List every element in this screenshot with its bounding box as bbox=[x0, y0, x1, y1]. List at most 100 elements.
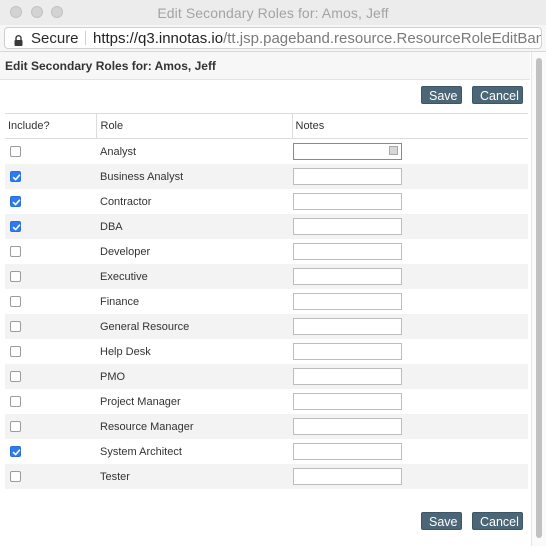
include-checkbox[interactable] bbox=[10, 196, 21, 208]
role-name: Tester bbox=[96, 464, 292, 489]
cancel-button-top[interactable]: Cancel bbox=[472, 86, 523, 104]
include-cell bbox=[5, 364, 96, 389]
include-checkbox[interactable] bbox=[10, 271, 21, 283]
notes-input[interactable] bbox=[293, 293, 402, 310]
table-row: Business Analyst bbox=[5, 164, 528, 189]
role-name: Contractor bbox=[100, 195, 152, 208]
roles-table-body: Analyst Business Analyst Contractor DBA Deve… bbox=[5, 139, 528, 489]
checkmark-icon bbox=[12, 174, 21, 181]
notes-input[interactable] bbox=[293, 368, 402, 385]
role-name: System Architect bbox=[100, 445, 182, 458]
include-checkbox[interactable] bbox=[10, 321, 21, 333]
table-row: Analyst bbox=[5, 139, 528, 165]
include-checkbox[interactable] bbox=[10, 346, 21, 358]
notes-input[interactable] bbox=[293, 243, 402, 260]
notes-input[interactable] bbox=[293, 268, 402, 285]
include-cell bbox=[5, 239, 96, 264]
browser-window: Edit Secondary Roles for: Amos, Jeff Sec… bbox=[0, 0, 546, 546]
notes-field-wrapper bbox=[293, 318, 402, 335]
url-text: https://q3.innotas.io/tt.jsp.pageband.re… bbox=[93, 30, 542, 47]
role-name: Executive bbox=[96, 264, 292, 289]
notes-input[interactable] bbox=[293, 168, 402, 185]
save-button-top[interactable]: Save bbox=[421, 86, 462, 104]
cancel-button-bottom[interactable]: Cancel bbox=[472, 512, 523, 530]
table-row: Contractor bbox=[5, 189, 528, 214]
table-row: General Resource bbox=[5, 314, 528, 339]
include-cell bbox=[5, 164, 96, 189]
role-name: Developer bbox=[100, 245, 151, 258]
include-checkbox[interactable] bbox=[10, 296, 21, 308]
role-name: Project Manager bbox=[100, 395, 181, 408]
include-cell bbox=[5, 464, 96, 489]
checkmark-icon bbox=[12, 449, 21, 456]
notes-cell bbox=[292, 464, 528, 489]
notes-input[interactable] bbox=[293, 443, 402, 460]
include-cell bbox=[5, 414, 96, 439]
role-name: PMO bbox=[96, 364, 292, 389]
notes-field-wrapper bbox=[293, 443, 402, 460]
include-cell bbox=[5, 139, 96, 165]
notes-field-wrapper bbox=[293, 343, 402, 360]
dialog-title: Edit Secondary Roles for: Amos, Jeff bbox=[5, 59, 216, 73]
include-cell bbox=[5, 214, 96, 239]
role-name: Finance bbox=[100, 295, 140, 308]
notes-field-wrapper bbox=[293, 168, 402, 185]
role-name: Business Analyst bbox=[96, 164, 292, 189]
table-row: System Architect bbox=[5, 439, 528, 464]
notes-field-wrapper bbox=[293, 418, 402, 435]
notes-cell bbox=[292, 339, 528, 364]
notes-input[interactable] bbox=[293, 318, 402, 335]
role-name: Analyst bbox=[100, 145, 137, 158]
notes-input[interactable] bbox=[293, 343, 402, 360]
notes-cell bbox=[292, 264, 528, 289]
notes-cell bbox=[292, 439, 528, 464]
table-row: Project Manager bbox=[5, 389, 528, 414]
url-field[interactable]: Secure https://q3.innotas.io/tt.jsp.page… bbox=[4, 27, 542, 49]
vertical-scrollbar[interactable] bbox=[531, 52, 546, 546]
role-name: DBA bbox=[96, 214, 292, 239]
table-row: Finance bbox=[5, 289, 528, 314]
include-checkbox[interactable] bbox=[10, 471, 21, 483]
notes-field-wrapper bbox=[293, 193, 402, 210]
notes-field-wrapper bbox=[293, 268, 402, 285]
notes-cell bbox=[292, 289, 528, 314]
table-row: Resource Manager bbox=[5, 414, 528, 439]
lock-icon bbox=[14, 33, 23, 46]
table-row: DBA bbox=[5, 214, 528, 239]
title-bar: Edit Secondary Roles for: Amos, Jeff bbox=[0, 0, 546, 26]
save-button-bottom[interactable]: Save bbox=[421, 512, 462, 530]
notes-field-wrapper bbox=[293, 393, 402, 410]
include-cell bbox=[5, 289, 96, 314]
notes-input[interactable] bbox=[293, 418, 402, 435]
notes-cell bbox=[292, 364, 528, 389]
notes-input[interactable] bbox=[293, 143, 402, 160]
role-name: Help Desk bbox=[100, 345, 151, 358]
address-divider bbox=[85, 31, 86, 45]
notes-cell bbox=[292, 389, 528, 414]
include-checkbox[interactable] bbox=[10, 421, 21, 433]
role-name: General Resource bbox=[96, 314, 292, 339]
notes-input[interactable] bbox=[293, 393, 402, 410]
column-header-role: Role bbox=[96, 113, 293, 139]
notes-field-wrapper bbox=[293, 468, 402, 485]
notes-input[interactable] bbox=[293, 218, 402, 235]
include-checkbox[interactable] bbox=[10, 246, 21, 258]
notes-field-wrapper bbox=[293, 243, 402, 260]
notes-input[interactable] bbox=[293, 193, 402, 210]
include-checkbox[interactable] bbox=[10, 146, 21, 158]
column-header-include: Include? bbox=[5, 113, 97, 139]
include-checkbox[interactable] bbox=[10, 396, 21, 408]
include-checkbox[interactable] bbox=[10, 171, 21, 183]
notes-input[interactable] bbox=[293, 468, 402, 485]
include-cell bbox=[5, 314, 96, 339]
address-bar: Secure https://q3.innotas.io/tt.jsp.page… bbox=[0, 25, 546, 52]
keyboard-icon[interactable] bbox=[389, 146, 398, 155]
scrollbar-thumb[interactable] bbox=[536, 58, 542, 538]
include-checkbox[interactable] bbox=[10, 221, 21, 233]
include-checkbox[interactable] bbox=[10, 446, 21, 458]
include-checkbox[interactable] bbox=[10, 371, 21, 383]
url-path: /tt.jsp.pageband.resource.ResourceRoleEd… bbox=[223, 30, 542, 47]
role-name: Resource Manager bbox=[96, 414, 292, 439]
notes-cell bbox=[292, 314, 528, 339]
column-header-notes: Notes bbox=[292, 113, 528, 139]
